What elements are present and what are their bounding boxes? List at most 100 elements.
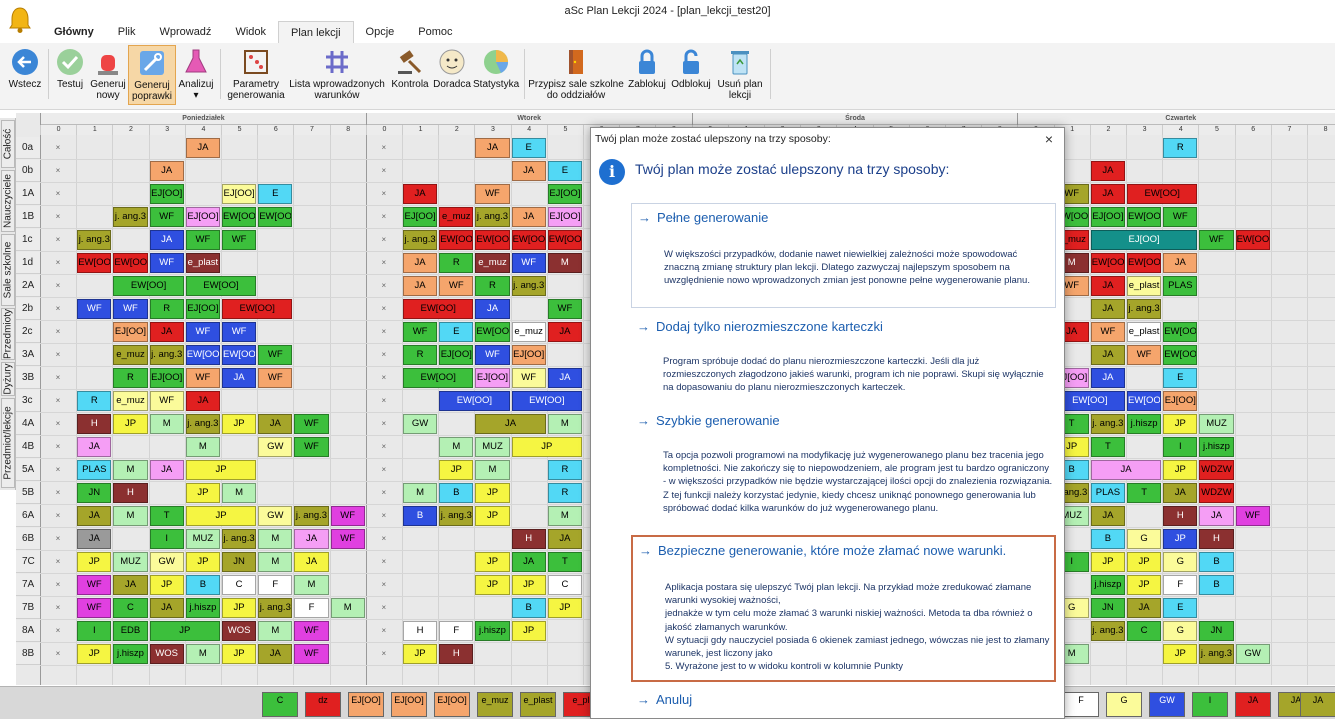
lesson-card[interactable]: R	[149, 299, 184, 319]
lesson-card[interactable]: j.hiszp	[1090, 575, 1125, 595]
lesson-card[interactable]: WF	[222, 322, 257, 342]
lesson-card[interactable]: JA	[77, 529, 112, 549]
lesson-card[interactable]: R	[403, 345, 438, 365]
lesson-card[interactable]: JP	[475, 552, 510, 572]
lesson-card[interactable]: C	[547, 575, 582, 595]
lesson-card[interactable]: j.hiszp	[475, 621, 510, 641]
lesson-card[interactable]: j. ang.3	[294, 506, 329, 526]
lesson-card[interactable]: H	[1163, 506, 1198, 526]
lesson-card[interactable]: EW[OO]	[1163, 322, 1198, 342]
lesson-card[interactable]: B	[403, 506, 438, 526]
lesson-card[interactable]: JA	[1199, 506, 1234, 526]
lesson-card[interactable]: j. ang.3	[1127, 299, 1162, 319]
lesson-card[interactable]: H	[403, 621, 438, 641]
class-label[interactable]: 3A	[16, 344, 40, 366]
lesson-card[interactable]: JP	[185, 552, 220, 572]
menu-tab-3[interactable]: Widok	[223, 21, 278, 43]
lesson-card[interactable]: EJ[OO]	[403, 207, 438, 227]
lesson-card[interactable]: JA	[1163, 253, 1198, 273]
lesson-card[interactable]: H	[1199, 529, 1234, 549]
lesson-card[interactable]: B	[1199, 575, 1234, 595]
lesson-card[interactable]: EJ[OO]	[185, 299, 220, 319]
lesson-card[interactable]: WF	[547, 299, 582, 319]
menu-tab-2[interactable]: Wprowadź	[147, 21, 223, 43]
lesson-card[interactable]: j. ang.3	[258, 598, 293, 618]
lesson-card[interactable]: JP	[222, 414, 257, 434]
class-label[interactable]: 5B	[16, 482, 40, 504]
lesson-card[interactable]: EW[OO]	[439, 230, 474, 250]
vertical-tab-4[interactable]: Dyżury	[1, 362, 15, 396]
control-button[interactable]: Kontrola	[390, 45, 430, 105]
lesson-card[interactable]: C	[113, 598, 148, 618]
lesson-card[interactable]: WDZW	[1199, 483, 1234, 503]
lesson-card[interactable]: j. ang.3	[403, 230, 438, 250]
unplaced-card[interactable]: G	[1106, 692, 1142, 717]
unlock-button[interactable]: Odblokuj	[668, 45, 714, 105]
lesson-card[interactable]: M	[113, 460, 148, 480]
lesson-card[interactable]: JA	[1127, 598, 1162, 618]
analyze-button[interactable]: Analizuj ▾	[176, 45, 216, 105]
close-icon[interactable]: ×	[1040, 130, 1058, 148]
option-safe-generation[interactable]: → Bezpieczne generowanie, które może złam…	[631, 535, 1056, 682]
lesson-card[interactable]: j.hiszp	[113, 644, 148, 664]
lesson-card[interactable]: JN	[1199, 621, 1234, 641]
lesson-card[interactable]: j. ang.3	[77, 230, 112, 250]
lesson-card[interactable]: j. ang.3	[1090, 414, 1125, 434]
class-label[interactable]: 2c	[16, 321, 40, 343]
lesson-card[interactable]: JA	[547, 529, 582, 549]
class-label[interactable]: 2A	[16, 275, 40, 297]
lesson-card[interactable]: I	[149, 529, 184, 549]
lesson-card[interactable]: WF	[1127, 345, 1162, 365]
lesson-card[interactable]: WF	[294, 644, 329, 664]
lesson-card[interactable]: WF	[185, 322, 220, 342]
lesson-card[interactable]: I	[77, 621, 112, 641]
option-full-generation[interactable]: → Pełne generowanie W większości przypadk…	[631, 203, 1056, 308]
lesson-card[interactable]: JP	[1163, 644, 1198, 664]
lesson-card[interactable]: JP	[511, 575, 546, 595]
lesson-card[interactable]: WF	[77, 299, 112, 319]
lesson-card[interactable]: JA	[185, 138, 220, 158]
lesson-card[interactable]: GW	[258, 437, 293, 457]
lesson-card[interactable]: WF	[113, 299, 148, 319]
lesson-card[interactable]: WF	[294, 621, 329, 641]
lesson-card[interactable]: GW	[1235, 644, 1270, 664]
lesson-card[interactable]: M	[403, 483, 438, 503]
lesson-card[interactable]: I	[1163, 437, 1198, 457]
lesson-card[interactable]: R	[77, 391, 112, 411]
lesson-card[interactable]: e_plast	[1127, 276, 1162, 296]
lesson-card[interactable]: j. ang.3	[439, 506, 474, 526]
lesson-card[interactable]: JA	[77, 437, 112, 457]
lesson-card[interactable]: M	[475, 460, 510, 480]
lesson-card[interactable]: e_plast	[185, 253, 220, 273]
class-label[interactable]: 5A	[16, 459, 40, 481]
lesson-card[interactable]: WF	[1163, 207, 1198, 227]
lesson-card[interactable]: EJ[OO]	[149, 184, 184, 204]
unplaced-card[interactable]: JA	[1235, 692, 1271, 717]
lesson-card[interactable]: B	[1199, 552, 1234, 572]
lesson-card[interactable]: EJ[OO]	[149, 368, 184, 388]
lesson-card[interactable]: e_muz	[511, 322, 546, 342]
lesson-card[interactable]: WF	[185, 368, 220, 388]
lesson-card[interactable]: C	[1127, 621, 1162, 641]
lesson-card[interactable]: JA	[403, 184, 438, 204]
lesson-card[interactable]: JP	[149, 575, 184, 595]
unplaced-card[interactable]: EJ[OO]	[348, 692, 384, 717]
lesson-card[interactable]: e_muz	[113, 391, 148, 411]
option-add-unplaced[interactable]: → Dodaj tylko nierozmieszczone karteczki …	[631, 313, 1056, 403]
lesson-card[interactable]: WF	[294, 437, 329, 457]
lesson-card[interactable]: JA	[149, 598, 184, 618]
lesson-card[interactable]: E	[439, 322, 474, 342]
lesson-card[interactable]: M	[185, 644, 220, 664]
lesson-card[interactable]: GW	[403, 414, 438, 434]
lesson-card[interactable]: EW[OO]	[222, 299, 293, 319]
lesson-card[interactable]: JN	[222, 552, 257, 572]
class-label[interactable]: 0a	[16, 137, 40, 159]
unplaced-card[interactable]: GW	[1149, 692, 1185, 717]
lesson-card[interactable]: MUZ	[475, 437, 510, 457]
lesson-card[interactable]: JP	[185, 506, 257, 526]
lesson-card[interactable]: EW[OO]	[113, 276, 184, 296]
lesson-card[interactable]: EW[OO]	[1127, 253, 1162, 273]
lesson-card[interactable]: JP	[1127, 575, 1162, 595]
lesson-card[interactable]: JP	[547, 598, 582, 618]
lesson-card[interactable]: WF	[330, 529, 365, 549]
